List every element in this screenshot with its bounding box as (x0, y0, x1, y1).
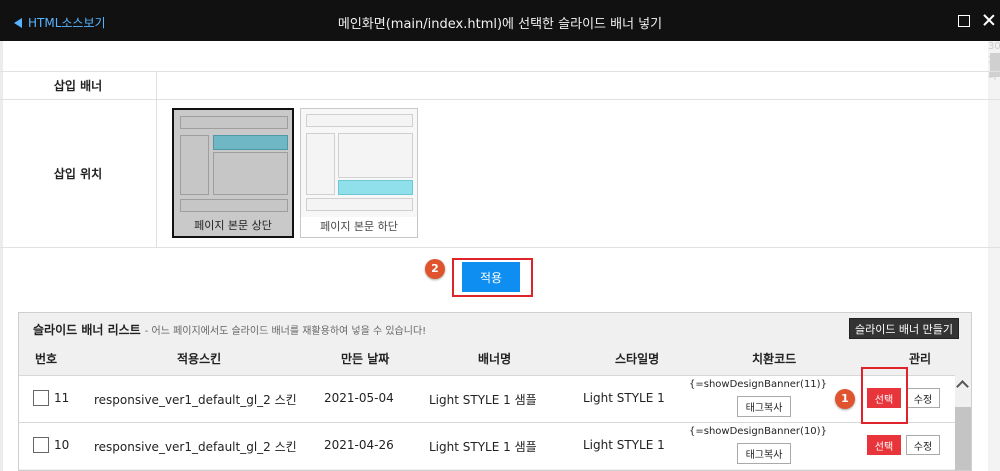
make-slide-banner-button[interactable]: 슬라이드 배너 만들기 (849, 318, 959, 339)
edit-button[interactable]: 수정 (906, 435, 940, 455)
column-header-no: 번호 (35, 352, 58, 366)
layout-banner-highlight (213, 135, 288, 150)
row-banner-name: Light STYLE 1 샘플 (429, 393, 537, 407)
position-top-label: 페이지 본문 상단 (174, 216, 292, 236)
layout-content-block (213, 152, 288, 195)
row-banner-name: Light STYLE 1 샘플 (429, 440, 537, 454)
list-title: 슬라이드 배너 리스트 - 어느 페이지에서도 슬라이드 배너를 재활용하여 넣을… (33, 321, 426, 338)
select-button[interactable]: 선택 (867, 435, 901, 455)
edit-button[interactable]: 수정 (906, 388, 940, 408)
insert-banner-row: 삽입 배너 (0, 71, 1000, 100)
row-replace-code: {=showDesignBanner(11)} (689, 379, 827, 390)
row-replace-code: {=showDesignBanner(10)} (689, 426, 827, 437)
insert-position-label: 삽입 위치 (0, 100, 157, 247)
layout-footer-block (306, 198, 413, 211)
list-note: - 어느 페이지에서도 슬라이드 배너를 재활용하여 넣을 수 있습니다! (144, 326, 427, 337)
table-row: 11 responsive_ver1_default_gl_2 스킨 2021-… (19, 375, 955, 422)
row-number: 11 (54, 391, 70, 405)
position-option-top[interactable]: 페이지 본문 상단 (172, 108, 294, 238)
position-bottom-label: 페이지 본문 하단 (301, 217, 417, 237)
close-icon[interactable] (980, 11, 998, 29)
tag-copy-button[interactable]: 태그복사 (737, 443, 791, 464)
layout-sidebar-block (306, 133, 335, 195)
row-checkbox[interactable] (33, 390, 49, 406)
tag-copy-button[interactable]: 태그복사 (737, 396, 791, 417)
row-number: 10 (54, 438, 70, 452)
table-row: 10 responsive_ver1_default_gl_2 스킨 2021-… (19, 422, 955, 469)
insert-banner-label: 삽입 배너 (0, 72, 157, 99)
select-highlight-box (861, 367, 908, 424)
row-date: 2021-04-26 (324, 438, 394, 452)
row-checkbox[interactable] (33, 437, 49, 453)
column-header-style: 스타일명 (615, 352, 660, 366)
row-skin: responsive_ver1_default_gl_2 스킨 (94, 393, 297, 407)
position-bottom-thumbnail: 페이지 본문 하단 (300, 108, 418, 238)
window-title: 메인화면(main/index.html)에 선택한 슬라이드 배너 넣기 (337, 17, 663, 32)
scroll-up-icon[interactable] (956, 380, 969, 393)
layout-content-block (338, 133, 413, 178)
step-badge-1: 1 (835, 389, 855, 409)
step-badge-2: 2 (425, 259, 445, 279)
row-style-name: Light STYLE 1 (583, 391, 665, 405)
apply-button[interactable]: 적용 (462, 262, 520, 292)
window-titlebar: HTML소스보기 메인화면(main/index.html)에 선택한 슬라이드… (0, 0, 1000, 41)
layout-header-block (306, 114, 413, 127)
layout-banner-highlight (338, 180, 413, 195)
list-scrollbar-thumb[interactable] (955, 407, 971, 470)
row-skin: responsive_ver1_default_gl_2 스킨 (94, 440, 297, 454)
slide-banner-list: 슬라이드 배너 리스트 - 어느 페이지에서도 슬라이드 배너를 재활용하여 넣을… (18, 312, 972, 471)
list-scrollbar[interactable] (955, 375, 971, 470)
maximize-icon[interactable] (955, 11, 973, 29)
position-option-bottom[interactable]: 페이지 본문 하단 (300, 108, 422, 238)
list-title-text: 슬라이드 배너 리스트 (33, 323, 141, 337)
insert-position-row: 삽입 위치 페이지 본문 상단 페이지 본문 하단 (0, 100, 1000, 248)
column-header-date: 만든 날짜 (341, 352, 390, 366)
column-header-banner: 배너명 (478, 352, 512, 366)
position-top-thumbnail: 페이지 본문 상단 (172, 108, 294, 238)
row-date: 2021-05-04 (324, 391, 394, 405)
column-header-manage: 관리 (909, 352, 932, 366)
layout-header-block (180, 116, 288, 129)
list-header: 슬라이드 배너 리스트 - 어느 페이지에서도 슬라이드 배너를 재활용하여 넣을… (19, 313, 971, 375)
column-header-skin: 적용스킨 (177, 352, 222, 366)
column-header-code: 치환코드 (752, 352, 797, 366)
layout-footer-block (180, 199, 288, 212)
row-style-name: Light STYLE 1 (583, 438, 665, 452)
layout-sidebar-block (180, 135, 209, 195)
